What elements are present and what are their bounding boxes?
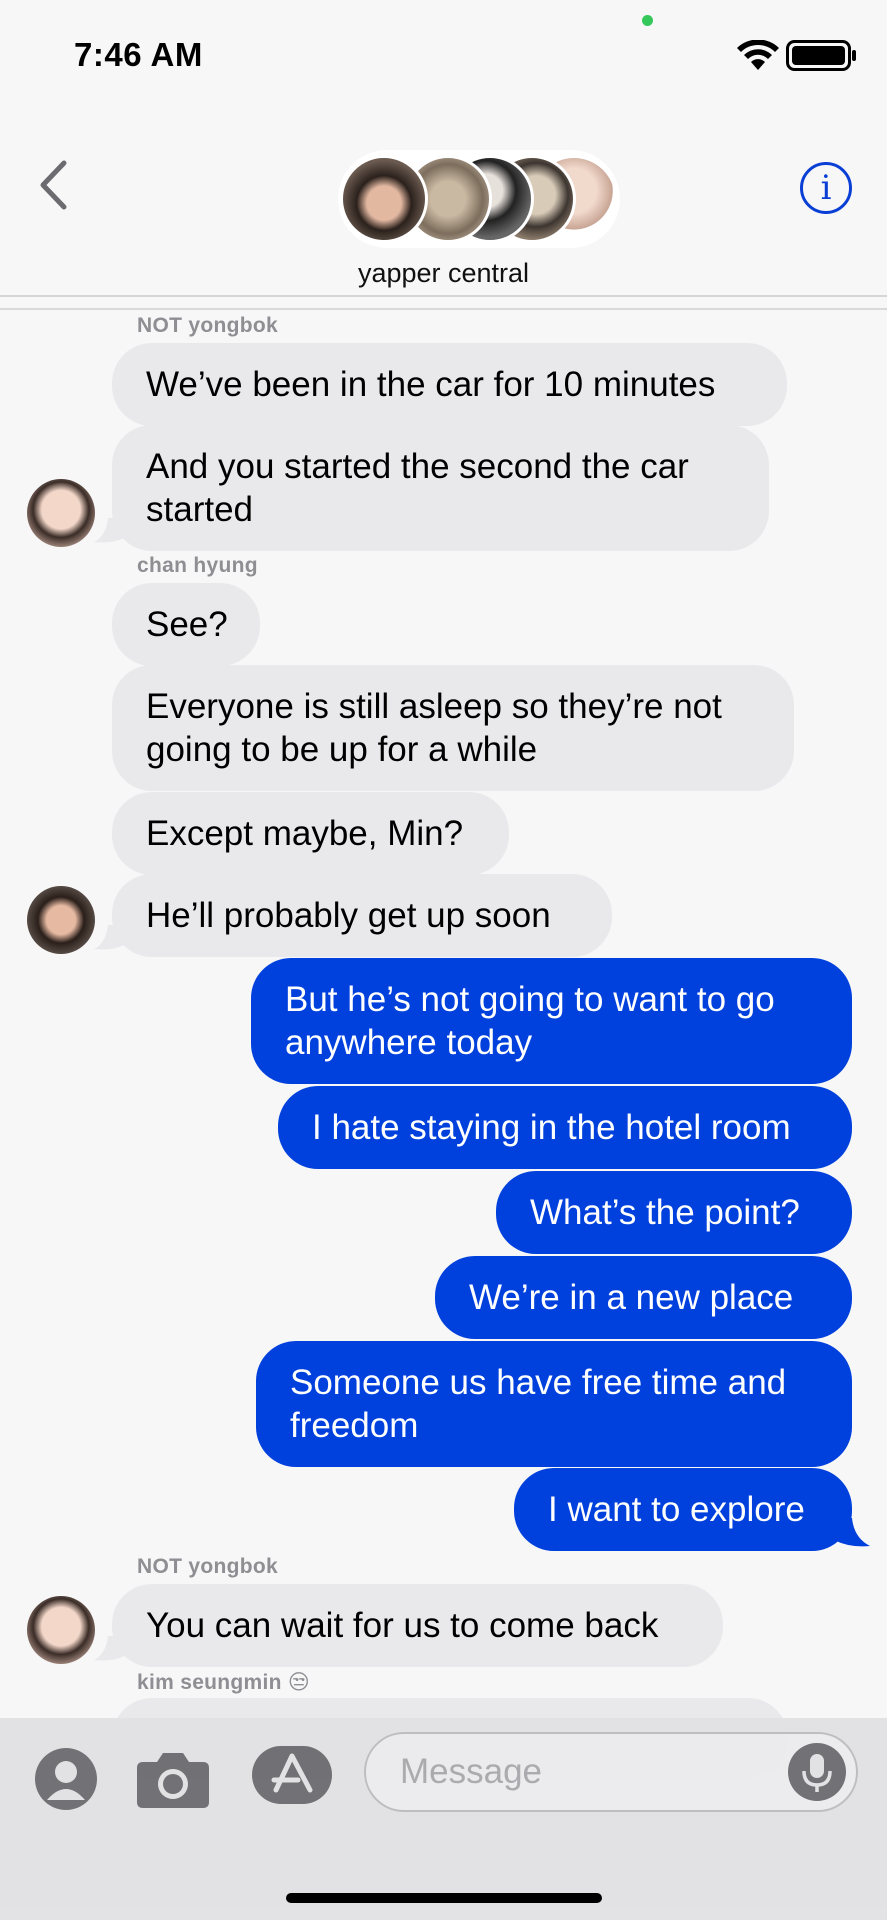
bubble-tail [834,1518,870,1547]
sender-name: chan hyung [137,554,258,577]
incoming-message[interactable]: And you started the second the car start… [112,425,769,551]
wifi-icon [737,40,779,70]
message-input[interactable]: Message [364,1732,858,1812]
bubble-tail [94,1636,124,1661]
incoming-message[interactable]: We’ve been in the car for 10 minutes [112,343,787,426]
app-store-icon[interactable] [252,1746,332,1804]
status-bar: 7:46 AM [0,0,887,110]
group-avatar-stack[interactable] [338,150,620,248]
home-indicator[interactable] [286,1893,602,1903]
incoming-message[interactable]: See? [112,583,260,666]
camera-icon[interactable] [135,1748,211,1810]
outgoing-message[interactable]: But he’s not going to want to go anywher… [251,958,852,1084]
outgoing-message[interactable]: I want to explore [514,1468,852,1551]
message-placeholder: Message [400,1752,543,1791]
outgoing-message[interactable]: Someone us have free time and freedom [256,1341,852,1467]
outgoing-message[interactable]: We’re in a new place [435,1256,852,1339]
info-icon[interactable]: i [800,162,852,214]
outgoing-message[interactable]: What’s the point? [496,1171,852,1254]
incoming-message[interactable]: You can wait for us to come back [112,1584,723,1667]
conversation-title[interactable]: yapper central [0,258,887,289]
incoming-message[interactable]: He’ll probably get up soon [112,874,612,957]
message-input-bar: Message [0,1718,887,1920]
sender-name: kim seungmin 😒 [137,1671,311,1694]
sender-name: NOT yongbok [137,314,278,337]
status-time: 7:46 AM [74,36,203,73]
contact-icon[interactable] [35,1748,97,1810]
outgoing-message[interactable]: I hate staying in the hotel room [278,1086,852,1169]
header-divider [0,308,887,310]
bubble-tail [94,925,124,950]
sender-avatar[interactable] [27,479,95,547]
sender-avatar[interactable] [27,1596,95,1664]
conversation-header: yapper central i [0,110,887,297]
microphone-icon[interactable] [788,1743,846,1801]
sender-name: NOT yongbok [137,1555,278,1578]
battery-icon [786,40,856,71]
group-member-avatar [340,155,428,243]
camera-indicator-dot [642,15,653,26]
sender-avatar[interactable] [27,886,95,954]
incoming-message[interactable]: Everyone is still asleep so they’re not … [112,665,794,791]
back-chevron-icon[interactable] [38,160,68,210]
bubble-tail [94,518,124,543]
incoming-message[interactable]: Except maybe, Min? [112,792,509,875]
